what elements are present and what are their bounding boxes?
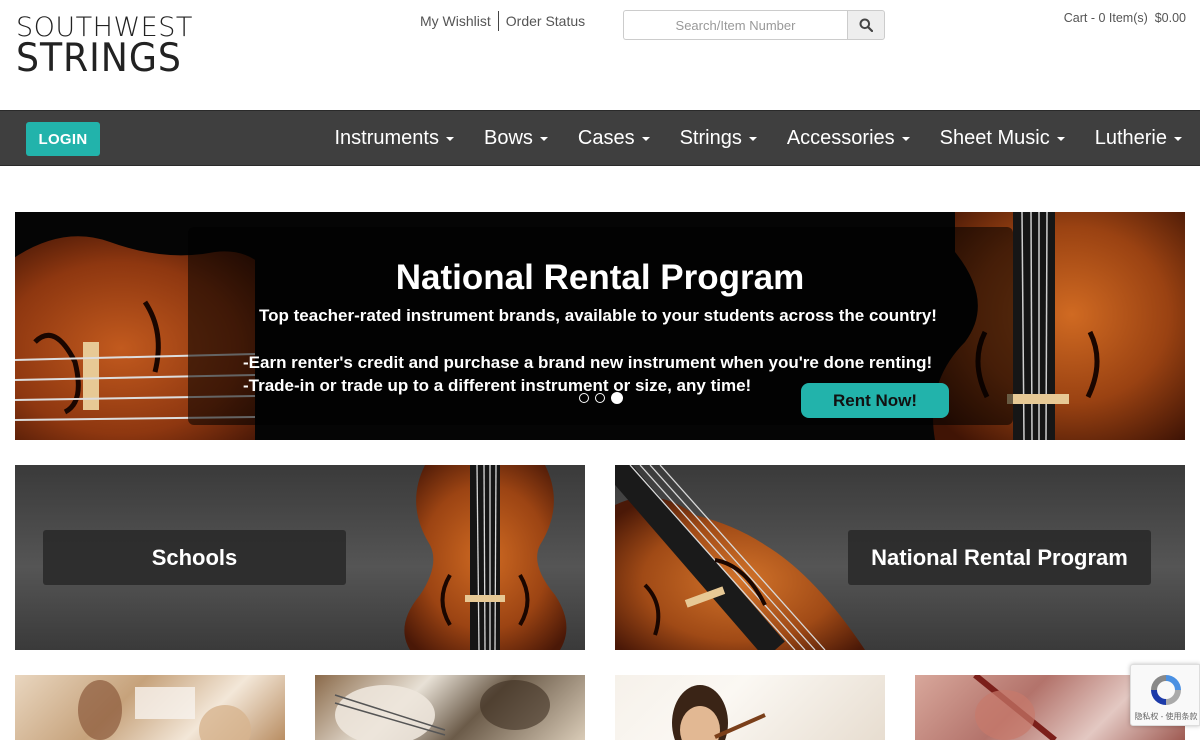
cello-image <box>404 465 567 650</box>
search-input[interactable] <box>623 10 847 40</box>
nav-item-sheet-music[interactable]: Sheet Music <box>940 127 1065 150</box>
nav-item-strings[interactable]: Strings <box>680 127 757 150</box>
recaptcha-badge[interactable]: 隐私权 - 使用条款 <box>1130 664 1200 726</box>
hero-title: National Rental Program <box>395 258 805 297</box>
carousel-dots <box>579 392 629 404</box>
carousel-dot[interactable] <box>579 393 589 403</box>
logo-line2: STRINGS <box>16 36 182 81</box>
carousel-dot-active[interactable] <box>611 392 623 404</box>
nav-item-label: Lutherie <box>1094 126 1167 149</box>
nav-item-label: Sheet Music <box>939 126 1050 149</box>
rent-now-button[interactable]: Rent Now! <box>801 383 949 418</box>
search-icon <box>859 18 873 32</box>
photo-tile-3[interactable] <box>615 675 885 740</box>
caret-down-icon <box>445 137 454 141</box>
nav-item-label: Cases <box>577 126 635 149</box>
rental-program-label: National Rental Program <box>848 530 1151 585</box>
photo-image-2 <box>334 680 550 740</box>
nav-item-cases[interactable]: Cases <box>578 127 650 150</box>
main-nav: LOGIN Instruments Bows Cases Strings Acc… <box>0 110 1200 166</box>
wishlist-link[interactable]: My Wishlist <box>420 13 491 29</box>
nav-item-label: Accessories <box>786 126 895 149</box>
link-divider <box>497 11 499 31</box>
photo-image-1 <box>78 680 251 740</box>
order-status-link[interactable]: Order Status <box>506 13 585 29</box>
caret-down-icon <box>539 137 548 141</box>
login-button[interactable]: LOGIN <box>26 122 100 156</box>
hero-bullet-2: -Trade-in or trade up to a different ins… <box>243 376 752 395</box>
carousel-dot[interactable] <box>595 393 605 403</box>
photo-tile-1[interactable] <box>15 675 285 740</box>
nav-item-bows[interactable]: Bows <box>484 127 548 150</box>
utility-links: My Wishlist Order Status <box>420 11 585 31</box>
caret-down-icon <box>1174 137 1182 141</box>
caret-down-icon <box>748 137 757 141</box>
hero-bullet-1: -Earn renter's credit and purchase a bra… <box>243 353 933 372</box>
search-button[interactable] <box>847 10 885 40</box>
recaptcha-links[interactable]: 隐私权 - 使用条款 <box>1131 711 1200 722</box>
hero-banner[interactable]: National Rental Program Top teacher-rate… <box>15 212 1185 440</box>
photo-tile-2[interactable] <box>315 675 585 740</box>
site-logo[interactable]: SOUTHWEST STRINGS <box>16 14 194 78</box>
caret-down-icon <box>1056 137 1065 141</box>
nav-item-label: Strings <box>679 126 742 149</box>
nav-item-label: Instruments <box>334 126 439 149</box>
schools-label: Schools <box>43 530 346 585</box>
cart-summary[interactable]: Cart - 0 Item(s) $0.00 <box>1064 11 1186 25</box>
recaptcha-icon <box>1151 675 1181 705</box>
nav-item-instruments[interactable]: Instruments <box>335 127 454 150</box>
nav-item-lutherie[interactable]: Lutherie <box>1095 127 1182 150</box>
violin-image <box>615 465 865 650</box>
caret-down-icon <box>641 137 650 141</box>
search-form <box>623 10 885 40</box>
site-header: SOUTHWEST STRINGS My Wishlist Order Stat… <box>0 0 1200 110</box>
nav-menu: Instruments Bows Cases Strings Accessori… <box>305 111 1182 165</box>
nav-item-accessories[interactable]: Accessories <box>787 127 910 150</box>
nav-item-label: Bows <box>483 126 533 149</box>
rental-program-tile[interactable]: National Rental Program <box>615 465 1185 650</box>
caret-down-icon <box>901 137 910 141</box>
schools-tile[interactable]: Schools <box>15 465 585 650</box>
hero-subtitle: Top teacher-rated instrument brands, ava… <box>259 306 937 325</box>
photo-image-3 <box>672 685 766 740</box>
